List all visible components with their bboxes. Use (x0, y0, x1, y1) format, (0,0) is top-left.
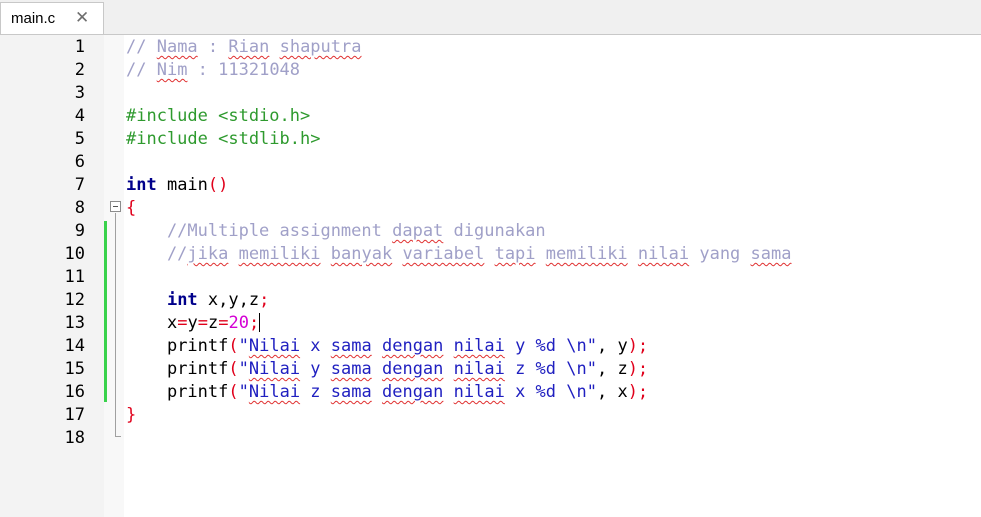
code-line[interactable]: 14 printf("Nilai x sama dengan nilai y %… (0, 335, 981, 358)
tab-main-c[interactable]: main.c ✕ (0, 2, 104, 35)
code-line[interactable]: 11 (0, 266, 981, 289)
code-text[interactable]: //Multiple assignment dapat digunakan (126, 220, 546, 243)
code-text[interactable]: x=y=z=20; (126, 312, 261, 335)
code-line[interactable]: 1 // Nama : Rian shaputra (0, 36, 981, 59)
code-line[interactable]: 2 // Nim : 11321048 (0, 59, 981, 82)
code-line[interactable]: 16 printf("Nilai z sama dengan nilai x %… (0, 381, 981, 404)
code-text[interactable]: // Nim : 11321048 (126, 59, 300, 82)
line-number: 13 (64, 313, 85, 333)
code-text[interactable]: //jika memiliki banyak variabel tapi mem… (126, 243, 792, 266)
line-number: 1 (74, 37, 85, 57)
code-line[interactable]: 5 #include <stdlib.h> (0, 128, 981, 151)
code-text[interactable]: printf("Nilai z sama dengan nilai x %d \… (126, 381, 648, 404)
close-icon[interactable]: ✕ (75, 8, 89, 28)
code-line[interactable]: 7 int main() (0, 174, 981, 197)
tab-label[interactable]: main.c (11, 10, 55, 27)
code-text[interactable]: int x,y,z; (126, 289, 269, 312)
line-number: 8 (74, 198, 85, 218)
code-text[interactable]: // Nama : Rian shaputra (126, 36, 361, 59)
line-number: 11 (64, 267, 85, 287)
code-text[interactable]: printf("Nilai y sama dengan nilai z %d \… (126, 358, 648, 381)
tab-bar: main.c ✕ (0, 0, 981, 35)
code-text[interactable]: { (126, 197, 136, 220)
code-line[interactable]: 6 (0, 151, 981, 174)
code-text[interactable]: } (126, 404, 136, 427)
code-line[interactable]: 10 //jika memiliki banyak variabel tapi … (0, 243, 981, 266)
line-number: 16 (64, 382, 85, 402)
line-number: 3 (74, 83, 85, 103)
line-number: 6 (74, 152, 85, 172)
line-number: 9 (74, 221, 85, 241)
line-number: 14 (64, 336, 85, 356)
line-number: 4 (74, 106, 85, 126)
text-caret (259, 313, 261, 332)
line-number: 5 (74, 129, 85, 149)
code-line[interactable]: 18 (0, 427, 981, 450)
code-line[interactable]: 15 printf("Nilai y sama dengan nilai z %… (0, 358, 981, 381)
code-line[interactable]: 3 (0, 82, 981, 105)
code-line[interactable]: 9 //Multiple assignment dapat digunakan (0, 220, 981, 243)
code-line[interactable]: 8 { (0, 197, 981, 220)
code-text[interactable]: int main() (126, 174, 228, 197)
line-number: 2 (74, 60, 85, 80)
code-text[interactable]: printf("Nilai x sama dengan nilai y %d \… (126, 335, 648, 358)
code-line[interactable]: 4 #include <stdio.h> (0, 105, 981, 128)
line-number: 10 (64, 244, 85, 264)
code-text[interactable]: #include <stdio.h> (126, 105, 310, 128)
line-number: 18 (64, 428, 85, 448)
line-number: 7 (74, 175, 85, 195)
line-number: 17 (64, 405, 85, 425)
line-number: 12 (64, 290, 85, 310)
line-number: 15 (64, 359, 85, 379)
code-line[interactable]: 13 x=y=z=20; (0, 312, 981, 335)
code-line[interactable]: 17 } (0, 404, 981, 427)
code-text[interactable]: #include <stdlib.h> (126, 128, 320, 151)
code-line[interactable]: 12 int x,y,z; (0, 289, 981, 312)
code-editor[interactable]: 1 // Nama : Rian shaputra 2 // Nim : 113… (0, 35, 981, 517)
